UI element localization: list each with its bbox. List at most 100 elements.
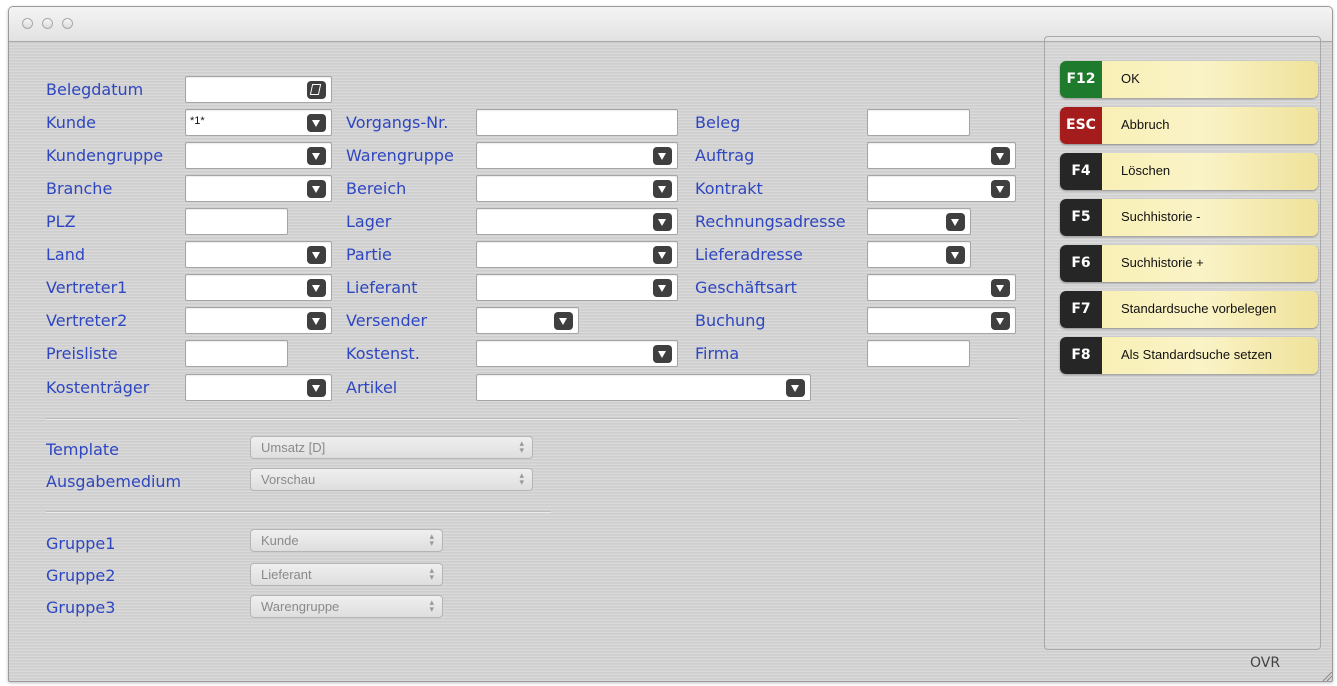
chevron-down-icon[interactable] xyxy=(307,279,326,297)
buchung-label: Buchung xyxy=(695,311,766,330)
geschaeftsart-label: Geschäftsart xyxy=(695,278,797,297)
set-default-search-button[interactable]: F8 Als Standardsuche setzen xyxy=(1060,337,1318,374)
bereich-label: Bereich xyxy=(346,179,407,198)
firma-field[interactable] xyxy=(867,340,970,367)
kundengruppe-label: Kundengruppe xyxy=(46,146,164,165)
plz-field[interactable] xyxy=(185,208,288,235)
resize-grip-icon[interactable] xyxy=(1321,670,1333,682)
branche-label: Branche xyxy=(46,179,113,198)
chevron-down-icon[interactable] xyxy=(653,246,672,264)
kostenst-label: Kostenst. xyxy=(346,344,420,363)
beleg-field[interactable] xyxy=(867,109,970,136)
ausgabemedium-label: Ausgabemedium xyxy=(46,472,182,491)
chevron-down-icon[interactable] xyxy=(946,246,965,264)
belegdatum-label: Belegdatum xyxy=(46,80,144,99)
chevron-down-icon[interactable] xyxy=(653,213,672,231)
warengruppe-field[interactable] xyxy=(476,142,678,169)
chevron-down-icon[interactable] xyxy=(307,246,326,264)
kostenst-field[interactable] xyxy=(476,340,678,367)
updown-chevron-icon: ▴ ▾ xyxy=(429,566,434,583)
zoom-window-button[interactable] xyxy=(62,18,73,29)
versender-label: Versender xyxy=(346,311,428,330)
updown-chevron-icon: ▴ ▾ xyxy=(429,532,434,549)
vertreter2-label: Vertreter2 xyxy=(46,311,128,330)
chevron-down-icon[interactable] xyxy=(991,147,1010,165)
chevron-down-icon[interactable] xyxy=(307,147,326,165)
kostentraeger-label: Kostenträger xyxy=(46,378,150,397)
chevron-down-icon[interactable] xyxy=(653,147,672,165)
land-label: Land xyxy=(46,245,86,264)
belegdatum-field[interactable] xyxy=(185,76,332,103)
buchung-field[interactable] xyxy=(867,307,1016,334)
gruppe3-label: Gruppe3 xyxy=(46,598,116,617)
kunde-field[interactable]: *1* xyxy=(185,109,332,136)
template-label: Template xyxy=(46,440,120,459)
partie-label: Partie xyxy=(346,245,392,264)
auftrag-field[interactable] xyxy=(867,142,1016,169)
chevron-down-icon[interactable] xyxy=(653,345,672,363)
lieferant-field[interactable] xyxy=(476,274,678,301)
overwrite-mode-indicator: OVR xyxy=(1250,655,1281,671)
chevron-down-icon[interactable] xyxy=(991,180,1010,198)
kundengruppe-field[interactable] xyxy=(185,142,332,169)
lager-field[interactable] xyxy=(476,208,678,235)
warengruppe-label: Warengruppe xyxy=(346,146,454,165)
chevron-down-icon[interactable] xyxy=(307,379,326,397)
bereich-field[interactable] xyxy=(476,175,678,202)
updown-chevron-icon: ▴ ▾ xyxy=(519,471,524,488)
gruppe2-label: Gruppe2 xyxy=(46,566,116,585)
calendar-icon[interactable] xyxy=(307,81,326,99)
chevron-down-icon[interactable] xyxy=(653,279,672,297)
vertreter1-field[interactable] xyxy=(185,274,332,301)
chevron-down-icon[interactable] xyxy=(307,114,326,132)
vorgangsnr-field[interactable] xyxy=(476,109,678,136)
gruppe1-select[interactable]: Kunde ▴ ▾ xyxy=(250,529,443,552)
preisliste-field[interactable] xyxy=(185,340,288,367)
vorgangsnr-label: Vorgangs-Nr. xyxy=(346,113,449,132)
search-history-back-button[interactable]: F5 Suchhistorie - xyxy=(1060,199,1318,236)
kunde-label: Kunde xyxy=(46,113,96,132)
kostentraeger-field[interactable] xyxy=(185,374,332,401)
land-field[interactable] xyxy=(185,241,332,268)
preisliste-label: Preisliste xyxy=(46,344,118,363)
f7-key-badge: F7 xyxy=(1060,291,1102,328)
lieferadresse-label: Lieferadresse xyxy=(695,245,803,264)
updown-chevron-icon: ▴ ▾ xyxy=(429,598,434,615)
firma-label: Firma xyxy=(695,344,740,363)
gruppe2-select[interactable]: Lieferant ▴ ▾ xyxy=(250,563,443,586)
chevron-down-icon[interactable] xyxy=(946,213,965,231)
branche-field[interactable] xyxy=(185,175,332,202)
template-select[interactable]: Umsatz [D] ▴ ▾ xyxy=(250,436,533,459)
geschaeftsart-field[interactable] xyxy=(867,274,1016,301)
chevron-down-icon[interactable] xyxy=(786,379,805,397)
plz-label: PLZ xyxy=(46,212,76,231)
cancel-button[interactable]: ESC Abbruch xyxy=(1060,107,1318,144)
prefill-default-search-button[interactable]: F7 Standardsuche vorbelegen xyxy=(1060,291,1318,328)
rechnungsadresse-field[interactable] xyxy=(867,208,971,235)
partie-field[interactable] xyxy=(476,241,678,268)
ok-button[interactable]: F12 OK xyxy=(1060,61,1318,98)
chevron-down-icon[interactable] xyxy=(991,312,1010,330)
kontrakt-field[interactable] xyxy=(867,175,1016,202)
f4-key-badge: F4 xyxy=(1060,153,1102,190)
separator xyxy=(46,511,551,513)
chevron-down-icon[interactable] xyxy=(653,180,672,198)
delete-button[interactable]: F4 Löschen xyxy=(1060,153,1318,190)
lieferant-label: Lieferant xyxy=(346,278,418,297)
versender-field[interactable] xyxy=(476,307,579,334)
chevron-down-icon[interactable] xyxy=(307,180,326,198)
auftrag-label: Auftrag xyxy=(695,146,755,165)
search-history-forward-button[interactable]: F6 Suchhistorie + xyxy=(1060,245,1318,282)
f8-key-badge: F8 xyxy=(1060,337,1102,374)
vertreter2-field[interactable] xyxy=(185,307,332,334)
close-window-button[interactable] xyxy=(22,18,33,29)
chevron-down-icon[interactable] xyxy=(307,312,326,330)
gruppe3-select[interactable]: Warengruppe ▴ ▾ xyxy=(250,595,443,618)
lieferadresse-field[interactable] xyxy=(867,241,971,268)
beleg-label: Beleg xyxy=(695,113,741,132)
ausgabemedium-select[interactable]: Vorschau ▴ ▾ xyxy=(250,468,533,491)
chevron-down-icon[interactable] xyxy=(554,312,573,330)
chevron-down-icon[interactable] xyxy=(991,279,1010,297)
minimize-window-button[interactable] xyxy=(42,18,53,29)
artikel-field[interactable] xyxy=(476,374,811,401)
